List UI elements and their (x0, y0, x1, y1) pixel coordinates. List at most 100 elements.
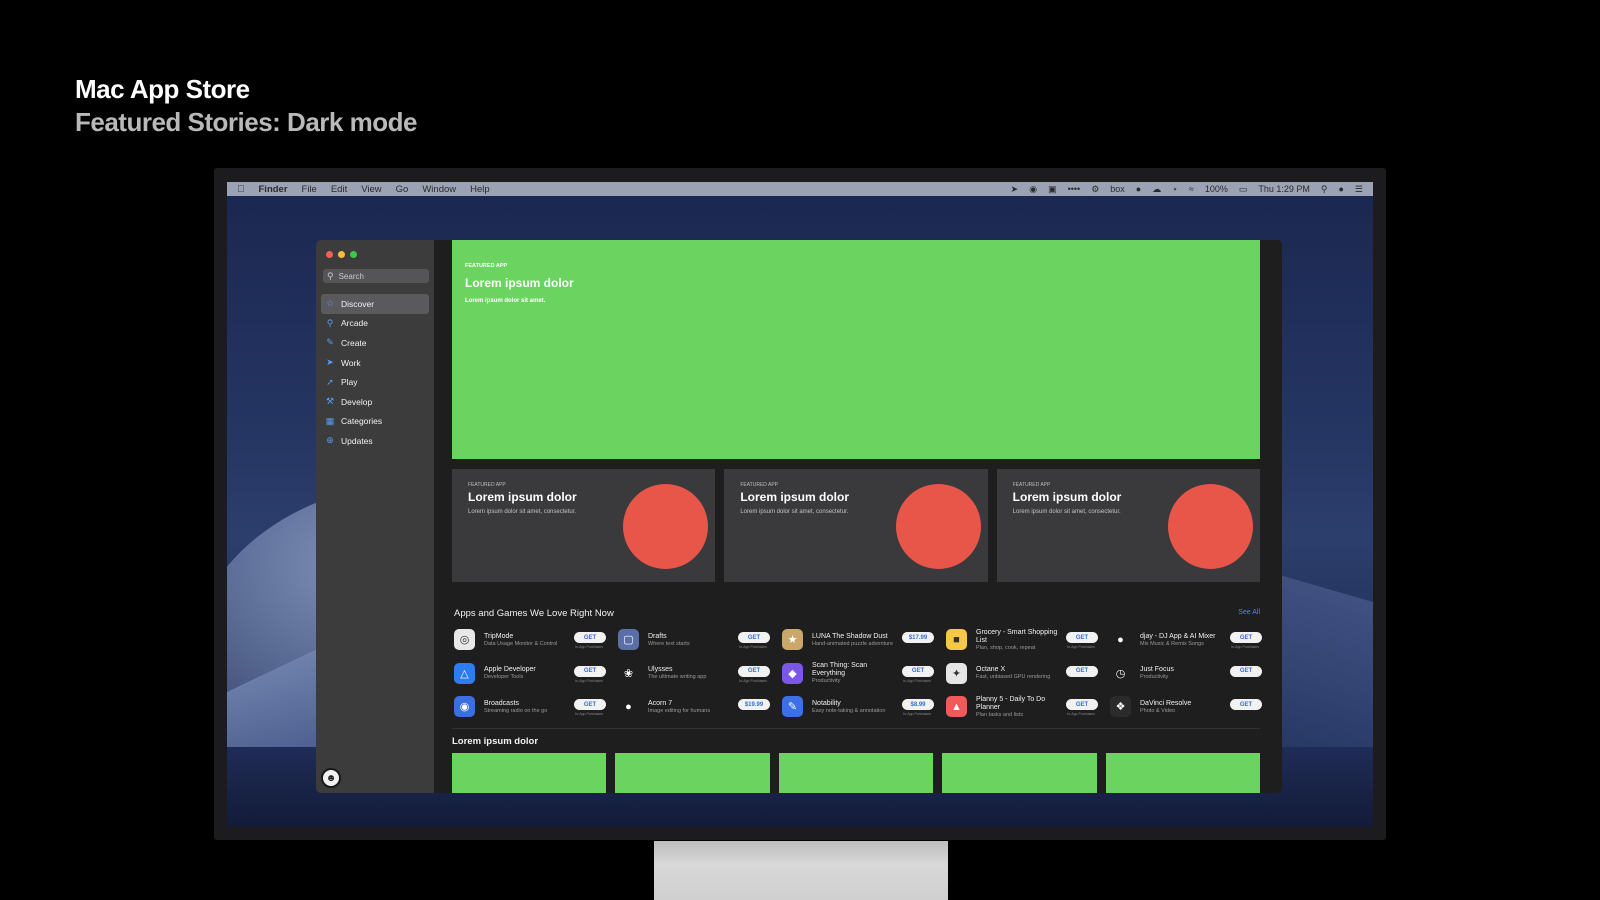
menu-help[interactable]: Help (470, 184, 490, 195)
app-list-item[interactable]: ✎ Notability Easy note-taking & annotation… (782, 690, 934, 724)
see-all-link[interactable]: See All (1238, 609, 1260, 616)
sidebar-item-arcade[interactable]: ⚲ Arcade (321, 314, 429, 334)
zoom-icon[interactable] (350, 251, 357, 258)
app-subtitle: Plan tasks and lists (976, 711, 1024, 718)
get-button[interactable]: GET (574, 699, 606, 710)
monitor-stand (654, 841, 948, 900)
app-list-item[interactable]: ◉ Broadcasts Streaming radio on the go GET I… (454, 690, 606, 724)
get-button[interactable]: GET (738, 632, 770, 643)
app-name: DaVinci Resolve (1140, 699, 1192, 707)
featured-card[interactable]: FEATURED APP Lorem ipsum dolor Lorem ips… (452, 469, 716, 582)
featured-cards: FEATURED APP Lorem ipsum dolor Lorem ips… (452, 469, 1260, 582)
wechat-icon[interactable]: ● (1136, 184, 1141, 194)
sidebar-item-categories[interactable]: ▦ Categories (321, 412, 429, 432)
story-card[interactable] (615, 753, 770, 793)
app-list-item[interactable]: ✦ Octane X Fast, unbiased GPU rendering GET (946, 657, 1098, 691)
get-button[interactable]: GET (902, 665, 934, 677)
avatar[interactable]: ☻ (321, 768, 341, 788)
get-button[interactable]: GET (1230, 665, 1262, 677)
app-text: Notability Easy note-taking & annotation (812, 700, 900, 715)
in-app-purchases-label: In-App Purchases (1231, 645, 1259, 649)
monitor:  Finder File Edit View Go Window Help ➤… (214, 168, 1386, 840)
search-input[interactable]: ⚲ Search (323, 269, 429, 283)
app-list-item[interactable]: ▲ Planny 5 - Daily To Do Planner Plan task… (946, 690, 1098, 724)
sidebar-item-create[interactable]: ✎ Create (321, 333, 429, 353)
card-eyebrow: FEATURED APP (1012, 482, 1051, 488)
featured-hero[interactable]: FEATURED APP Lorem ipsum dolor Lorem ips… (452, 240, 1260, 459)
app-list-item[interactable]: △ Apple Developer Developer Tools GET In-App… (454, 657, 606, 691)
bluetooth-icon[interactable]: ⋆ (1172, 184, 1178, 195)
app-list-item[interactable]: ▢ Drafts Where text starts GET In-App Purcha… (618, 623, 770, 657)
hero-text: Lorem ipsum dolor sit amet. (465, 298, 546, 304)
spotlight-icon[interactable]: ⚲ (1321, 184, 1328, 195)
just-focus-icon: ◷ (1110, 662, 1131, 684)
more-icon[interactable]: •••• (1068, 184, 1081, 194)
location-icon[interactable]: ➤ (1011, 184, 1019, 195)
app-name: LUNA The Shadow Dust (812, 632, 888, 640)
drafts-icon: ▢ (618, 629, 639, 651)
minimize-icon[interactable] (338, 251, 345, 258)
menu-window[interactable]: Window (422, 184, 456, 195)
get-button[interactable]: GET (574, 665, 606, 677)
story-card[interactable] (1105, 753, 1261, 793)
menu-file[interactable]: File (302, 184, 317, 195)
app-icon[interactable]: ▣ (1048, 184, 1057, 195)
sidebar-item-updates[interactable]: ⊕ Updates (321, 431, 429, 451)
app-subtitle: Photo & Video (1140, 707, 1176, 714)
app-list-item[interactable]: ● Acorn 7 Image editing for humans $19.99 (618, 690, 770, 724)
notification-center-icon[interactable]: ☰ (1355, 184, 1363, 195)
battery-icon[interactable]: ▭ (1239, 184, 1248, 195)
get-button[interactable]: $8.99 (902, 699, 934, 710)
user-icon[interactable]: ● (1338, 184, 1343, 194)
grammarly-icon[interactable]: ◉ (1029, 184, 1037, 195)
get-button[interactable]: GET (1230, 632, 1262, 643)
tripmode-icon: ◎ (454, 629, 475, 651)
get-button[interactable]: $17.99 (902, 632, 934, 643)
app-list-item[interactable]: ❖ DaVinci Resolve Photo & Video GET (1110, 690, 1262, 724)
menu-edit[interactable]: Edit (331, 184, 347, 195)
story-card[interactable] (942, 753, 1097, 793)
featured-card[interactable]: FEATURED APP Lorem ipsum dolor Lorem ips… (996, 469, 1260, 582)
in-app-purchases-label: In-App Purchases (903, 712, 931, 716)
story-card[interactable] (778, 753, 934, 793)
in-app-purchases-label: In-App Purchases (575, 712, 603, 716)
app-list-item[interactable]: ❀ Ulysses The ultimate writing app GET In-Ap… (618, 657, 770, 691)
menu-view[interactable]: View (361, 184, 381, 195)
sidebar-item-label: Categories (341, 416, 383, 427)
get-button[interactable]: GET (738, 665, 770, 677)
cloud-icon[interactable]: ☁ (1152, 184, 1161, 195)
sidebar-item-work[interactable]: ➤ Work (321, 353, 429, 373)
get-button[interactable]: GET (1066, 665, 1098, 677)
app-list-item[interactable]: ★ LUNA The Shadow Dust Hand-animated puzzl… (782, 623, 934, 657)
in-app-purchases-label: In-App Purchases (739, 645, 767, 649)
get-button[interactable]: $19.99 (738, 699, 770, 710)
gear-icon[interactable]: ⚙ (1091, 184, 1099, 195)
battery-label[interactable]: 100% (1205, 184, 1228, 194)
get-button[interactable]: GET (1066, 699, 1098, 710)
featured-card[interactable]: FEATURED APP Lorem ipsum dolor Lorem ips… (724, 469, 988, 582)
app-list-item[interactable]: ● djay - DJ App & AI Mixer Mix Music & Rem… (1110, 623, 1262, 657)
ulysses-icon: ❀ (618, 662, 639, 684)
box-label[interactable]: box (1110, 184, 1125, 194)
menu-finder[interactable]: Finder (259, 184, 288, 195)
get-button[interactable]: GET (1230, 699, 1262, 710)
sidebar-item-discover[interactable]: ☆ Discover (321, 294, 429, 314)
clock-label[interactable]: Thu 1:29 PM (1258, 184, 1310, 194)
close-icon[interactable] (326, 251, 333, 258)
app-store-window: ⚲ Search ☆ Discover ⚲ Arcade ✎ Create ➤ Work… (316, 240, 1282, 793)
get-button[interactable]: GET (574, 632, 606, 643)
app-list-item[interactable]: ◷ Just Focus Productivity GET (1110, 657, 1262, 691)
story-card[interactable] (452, 753, 607, 793)
app-list-item[interactable]: ◎ TripMode Data Usage Monitor & Control GET… (454, 623, 606, 657)
hero-title: Lorem ipsum dolor (465, 276, 574, 290)
menu-go[interactable]: Go (396, 184, 409, 195)
sidebar-item-play[interactable]: ➚ Play (321, 372, 429, 392)
broadcasts-icon: ◉ (454, 696, 475, 718)
apple-icon[interactable]:  (237, 184, 245, 195)
get-button[interactable]: GET (1066, 632, 1098, 643)
app-list-item[interactable]: ■ Grocery - Smart Shopping List Plan, shop… (946, 623, 1098, 657)
wifi-icon[interactable]: ≈ (1189, 184, 1194, 194)
app-subtitle: Image editing for humans (648, 707, 711, 714)
sidebar-item-develop[interactable]: ⚒ Develop (321, 392, 429, 412)
app-list-item[interactable]: ◆ Scan Thing: Scan Everything Productivity… (782, 657, 934, 691)
